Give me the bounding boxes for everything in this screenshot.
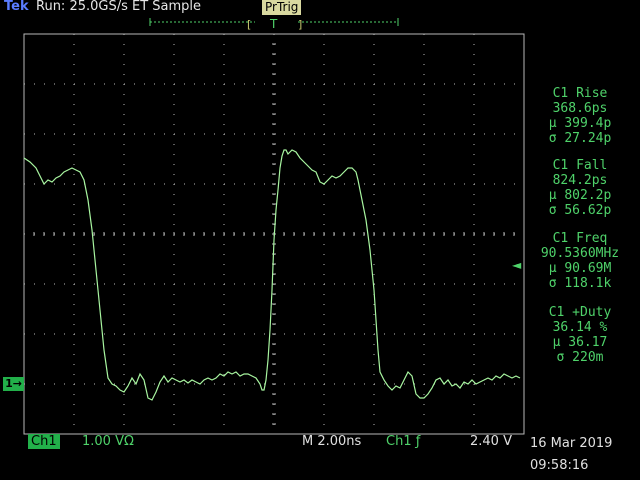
measurement-value: 90.5360MHz — [540, 246, 620, 261]
measurement-sigma: σ 118.1k — [548, 276, 612, 291]
measurement-fall: C1 Fall 824.2ps µ 802.2p σ 56.62p — [526, 158, 634, 218]
measurement-mean: µ 399.4p — [548, 116, 612, 131]
measurement-value: 36.14 % — [552, 320, 608, 335]
timebase-readout: M 2.00ns — [302, 434, 362, 449]
trigger-position-marker: T — [269, 17, 278, 31]
date-readout: 16 Mar 2019 — [530, 436, 613, 451]
trigger-source: Ch1 ƒ — [386, 434, 421, 449]
ch1-waveform — [23, 149, 521, 401]
measurement-title: C1 Freq — [552, 231, 608, 246]
measurement-rise: C1 Rise 368.6ps µ 399.4p σ 27.24p — [526, 86, 634, 146]
trigger-bracket-left: [ — [247, 18, 251, 31]
measurement-sigma: σ 56.62p — [548, 203, 612, 218]
ch1-ground-marker[interactable]: 1→ — [3, 377, 24, 391]
time-readout: 09:58:16 — [530, 458, 589, 473]
ch1-scale: 1.00 VΩ — [82, 434, 134, 449]
measurement-title: C1 Rise — [552, 86, 608, 101]
measurement-freq: C1 Freq 90.5360MHz µ 90.69M σ 118.1k — [526, 231, 634, 291]
measurement-mean: µ 802.2p — [548, 188, 612, 203]
measurement-duty: C1 +Duty 36.14 % µ 36.17 σ 220m — [526, 305, 634, 365]
ch1-badge[interactable]: Ch1 — [28, 434, 60, 449]
measurement-mean: µ 36.17 — [552, 335, 608, 350]
measurement-value: 824.2ps — [552, 173, 608, 188]
trigger-bracket-right: ] — [298, 18, 302, 31]
measurement-sigma: σ 220m — [556, 350, 604, 365]
measurement-mean: µ 90.69M — [548, 261, 612, 276]
measurement-title: C1 +Duty — [548, 305, 612, 320]
trigger-level-marker-icon[interactable]: ◄ — [512, 258, 521, 272]
measurement-sigma: σ 27.24p — [548, 131, 612, 146]
measurement-title: C1 Fall — [552, 158, 608, 173]
trigger-level-readout: 2.40 V — [470, 434, 512, 449]
measurement-value: 368.6ps — [552, 101, 608, 116]
